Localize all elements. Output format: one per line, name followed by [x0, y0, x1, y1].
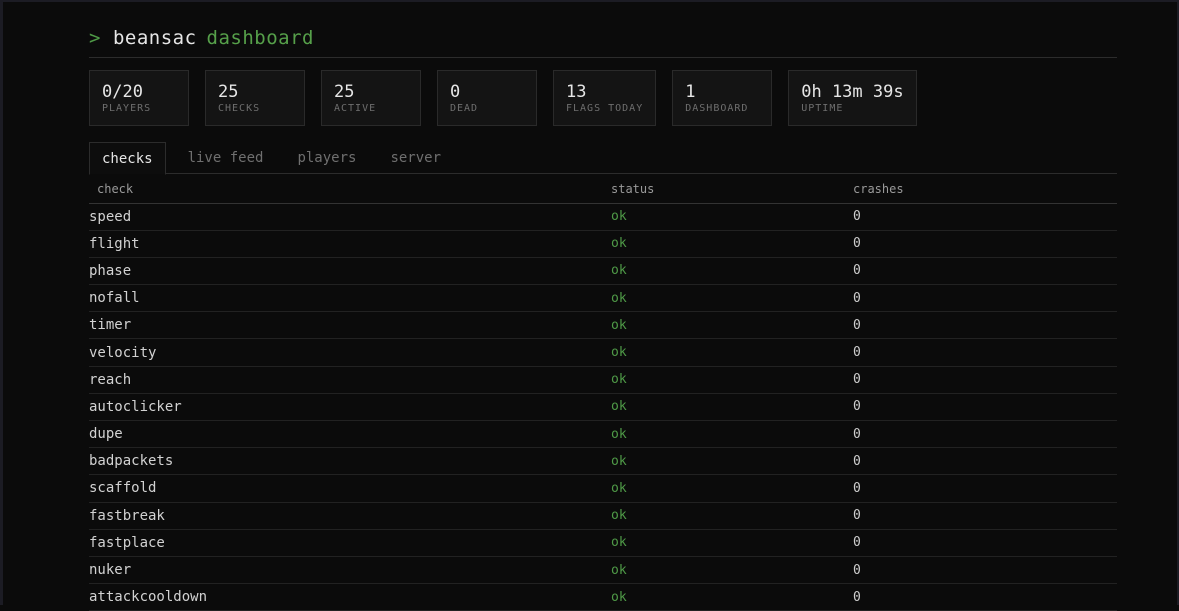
check-name: timer — [89, 311, 611, 340]
check-name: nuker — [89, 556, 611, 585]
check-name: attackcooldown — [89, 583, 611, 611]
status-cell: ok — [611, 284, 853, 313]
stat-label: PLAYERS — [102, 103, 152, 114]
tab-players[interactable]: players — [285, 142, 368, 174]
check-name: badpackets — [89, 447, 611, 476]
table-row: timer ok 0 — [89, 311, 1117, 340]
stat-value: 0/20 — [102, 82, 143, 102]
table-row: nuker ok 0 — [89, 556, 1117, 585]
table-row: scaffold ok 0 — [89, 474, 1117, 503]
stat-value: 25 — [218, 82, 239, 102]
tab-bar: checks live feed players server — [89, 142, 1117, 175]
crashes-cell: 0 — [853, 366, 1117, 394]
status-cell: ok — [611, 583, 853, 611]
column-header-check: check — [89, 174, 611, 204]
page-header: > beansac dashboard — [89, 0, 1117, 58]
stat-value: 13 — [566, 82, 587, 102]
stats-bar: 0/20 PLAYERS 25 CHECKS 25 ACTIVE 0 DEAD … — [89, 70, 1117, 126]
table-row: velocity ok 0 — [89, 338, 1117, 367]
status-cell: ok — [611, 447, 853, 476]
status-cell: ok — [611, 393, 853, 422]
column-header-status: status — [611, 174, 853, 204]
column-header-crashes: crashes — [853, 174, 1117, 204]
check-name: phase — [89, 257, 611, 286]
stat-flags-today: 13 FLAGS TODAY — [553, 70, 657, 126]
prompt-symbol: > — [89, 27, 101, 49]
stat-label: ACTIVE — [334, 103, 377, 114]
crashes-cell: 0 — [853, 338, 1117, 367]
checks-table: check status crashes speed ok 0 flight ok 0 ph… — [89, 174, 1117, 611]
stat-value: 0h 13m 39s — [801, 82, 904, 102]
crashes-cell: 0 — [853, 420, 1117, 449]
table-header-row: check status crashes — [89, 174, 1117, 204]
table-row: nofall ok 0 — [89, 284, 1117, 313]
status-cell: ok — [611, 502, 853, 530]
crashes-cell: 0 — [853, 311, 1117, 340]
stat-label: FLAGS TODAY — [566, 103, 644, 114]
stat-label: DASHBOARD — [685, 103, 749, 114]
tab-server[interactable]: server — [378, 142, 453, 174]
app-name: beansac — [112, 27, 197, 49]
status-cell: ok — [611, 230, 853, 258]
status-cell: ok — [611, 420, 853, 449]
crashes-cell: 0 — [853, 556, 1117, 585]
check-name: dupe — [89, 420, 611, 449]
check-name: fastplace — [89, 529, 611, 557]
status-cell: ok — [611, 203, 853, 231]
page-title: dashboard — [206, 27, 314, 49]
crashes-cell: 0 — [853, 284, 1117, 313]
table-row: attackcooldown ok 0 — [89, 583, 1117, 611]
status-cell: ok — [611, 338, 853, 367]
stat-label: CHECKS — [218, 103, 261, 114]
crashes-cell: 0 — [853, 447, 1117, 476]
stat-label: UPTIME — [801, 103, 844, 114]
check-name: reach — [89, 366, 611, 394]
check-name: fastbreak — [89, 502, 611, 530]
dashboard: > beansac dashboard 0/20 PLAYERS 25 CHEC… — [89, 0, 1117, 611]
status-cell: ok — [611, 556, 853, 585]
check-name: autoclicker — [89, 393, 611, 422]
table-row: speed ok 0 — [89, 203, 1117, 231]
stat-value: 25 — [334, 82, 355, 102]
status-cell: ok — [611, 529, 853, 557]
check-name: velocity — [89, 338, 611, 367]
crashes-cell: 0 — [853, 474, 1117, 503]
status-cell: ok — [611, 366, 853, 394]
table-row: reach ok 0 — [89, 366, 1117, 394]
table-row: phase ok 0 — [89, 257, 1117, 286]
stat-players: 0/20 PLAYERS — [89, 70, 189, 126]
check-name: speed — [89, 203, 611, 231]
check-name: flight — [89, 230, 611, 258]
stat-uptime: 0h 13m 39s UPTIME — [788, 70, 917, 126]
tab-checks[interactable]: checks — [89, 142, 166, 175]
table-row: dupe ok 0 — [89, 420, 1117, 449]
stat-value: 0 — [450, 82, 461, 102]
tab-live-feed[interactable]: live feed — [176, 142, 276, 174]
table-row: fastbreak ok 0 — [89, 502, 1117, 530]
table-row: flight ok 0 — [89, 230, 1117, 258]
crashes-cell: 0 — [853, 257, 1117, 286]
table-row: autoclicker ok 0 — [89, 393, 1117, 422]
status-cell: ok — [611, 311, 853, 340]
stat-dashboard: 1 DASHBOARD — [672, 70, 773, 126]
check-name: nofall — [89, 284, 611, 313]
status-cell: ok — [611, 257, 853, 286]
table-body: speed ok 0 flight ok 0 phase ok 0 nofall ok 0 timer o… — [89, 203, 1117, 611]
crashes-cell: 0 — [853, 502, 1117, 530]
stat-value: 1 — [685, 82, 696, 102]
crashes-cell: 0 — [853, 529, 1117, 557]
table-row: badpackets ok 0 — [89, 447, 1117, 476]
stat-active: 25 ACTIVE — [321, 70, 421, 126]
table-row: fastplace ok 0 — [89, 529, 1117, 557]
crashes-cell: 0 — [853, 393, 1117, 422]
crashes-cell: 0 — [853, 583, 1117, 611]
stat-checks: 25 CHECKS — [205, 70, 305, 126]
crashes-cell: 0 — [853, 203, 1117, 231]
stat-dead: 0 DEAD — [437, 70, 537, 126]
stat-label: DEAD — [450, 103, 479, 114]
check-name: scaffold — [89, 474, 611, 503]
crashes-cell: 0 — [853, 230, 1117, 258]
status-cell: ok — [611, 474, 853, 503]
